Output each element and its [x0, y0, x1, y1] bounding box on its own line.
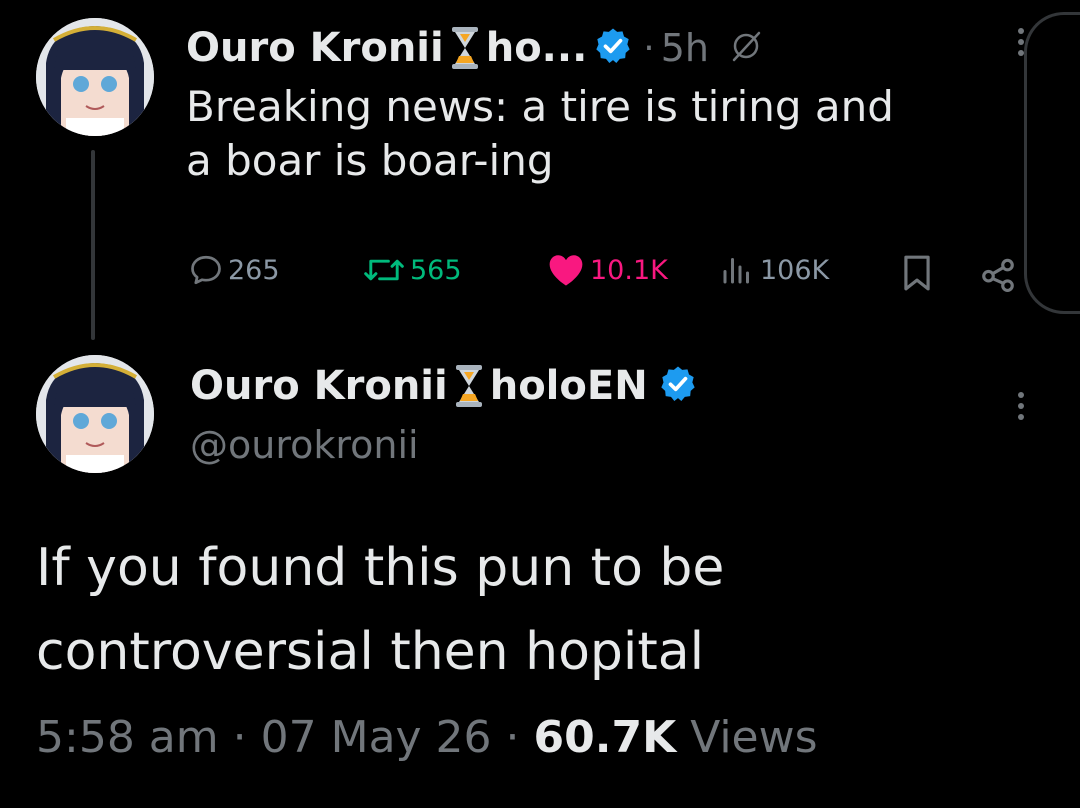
side-panel-edge: [1024, 12, 1080, 314]
parent-name-suffix[interactable]: ho...: [486, 25, 588, 71]
reply-count: 265: [228, 254, 280, 286]
parent-tweet-header: Ouro Kronii ho... · 5h: [186, 18, 763, 78]
tweet-metadata: 5:58 am · 07 May 26 · 60.7K Views: [36, 708, 818, 768]
views-icon: [723, 258, 749, 284]
main-text-line-2: controversial then hopital: [36, 622, 705, 682]
main-display-name[interactable]: Ouro Kronii: [190, 363, 448, 409]
repost-button[interactable]: 565: [362, 252, 462, 288]
main-handle[interactable]: @ourokronii: [190, 420, 419, 470]
main-more-icon[interactable]: [1018, 392, 1024, 420]
main-name-suffix[interactable]: holoEN: [490, 363, 648, 409]
parent-text-line-2: a boar is boar-ing: [186, 136, 554, 185]
repost-icon: [364, 259, 404, 281]
parent-tweet-text: Breaking news: a tire is tiring and a bo…: [186, 80, 1026, 188]
tweet-date[interactable]: 07 May 26: [261, 712, 492, 763]
like-icon: [549, 255, 583, 286]
views-count: 106K: [760, 254, 830, 286]
parent-avatar[interactable]: [36, 18, 154, 136]
main-text-line-1: If you found this pun to be: [36, 538, 725, 598]
views-button[interactable]: 106K: [718, 252, 829, 288]
share-icon[interactable]: [978, 254, 1018, 296]
thread-connector-line: [91, 150, 95, 340]
like-count: 10.1K: [590, 254, 668, 286]
tweet-time[interactable]: 5:58 am: [36, 712, 219, 763]
main-avatar[interactable]: [36, 355, 154, 473]
verified-badge-icon: [658, 364, 698, 408]
repost-count: 565: [410, 254, 462, 286]
parent-text-line-1: Breaking news: a tire is tiring and: [186, 82, 894, 131]
avatar-image: [36, 18, 154, 136]
reply-icon: [191, 255, 221, 285]
bookmark-icon[interactable]: [900, 254, 934, 296]
parent-time-ago[interactable]: 5h: [661, 26, 709, 70]
meta-separator-1: ·: [232, 712, 247, 763]
tweet-views-count: 60.7K: [533, 712, 677, 763]
meta-separator-2: ·: [505, 712, 520, 763]
like-button[interactable]: 10.1K: [546, 252, 668, 288]
parent-display-name[interactable]: Ouro Kronii: [186, 25, 444, 71]
main-tweet-text: If you found this pun to be controversia…: [36, 526, 1036, 694]
header-separator: ·: [643, 27, 655, 69]
hourglass-icon: [450, 26, 480, 70]
grok-icon[interactable]: [729, 29, 763, 67]
main-tweet-header: Ouro Kronii holoEN: [190, 356, 698, 416]
avatar-image: [36, 355, 154, 473]
verified-badge-icon: [593, 26, 633, 70]
tweet-views-label: Views: [690, 712, 818, 763]
hourglass-icon: [454, 364, 484, 408]
reply-button[interactable]: 265: [188, 252, 280, 288]
